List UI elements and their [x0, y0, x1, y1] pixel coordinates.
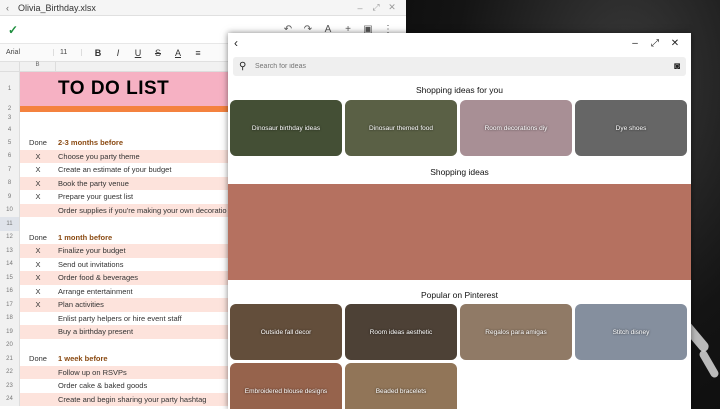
- status-cell[interactable]: Done: [20, 354, 56, 363]
- row-number[interactable]: 9: [0, 190, 20, 204]
- idea-card[interactable]: Beaded bracelets: [345, 363, 457, 409]
- maximize-icon[interactable]: ⤢: [368, 2, 384, 13]
- section-title-popular: Popular on Pinterest: [420, 290, 499, 300]
- search-bar: ⚲ ◙: [233, 57, 686, 76]
- align-icon[interactable]: ≡: [188, 48, 208, 58]
- file-name: Olivia_Birthday.xlsx: [18, 2, 96, 13]
- row-number[interactable]: 24: [0, 392, 20, 406]
- idea-card-label: Dye shoes: [615, 124, 647, 132]
- panel-titlebar: ‹ – ⤢ ✕: [228, 33, 691, 53]
- column-header[interactable]: B: [20, 62, 56, 71]
- status-cell[interactable]: X: [20, 246, 56, 255]
- camera-icon[interactable]: ◙: [674, 61, 680, 72]
- minimize-icon[interactable]: –: [352, 3, 368, 13]
- idea-card[interactable]: Outside fall decor: [230, 304, 342, 360]
- row-number[interactable]: 10: [0, 203, 20, 217]
- idea-card[interactable]: Dye shoes: [575, 100, 687, 156]
- shopping-banner[interactable]: [228, 184, 691, 280]
- row-number[interactable]: 20: [0, 338, 20, 352]
- section-title-shopping-for-you: Shopping ideas for you: [416, 85, 503, 95]
- back-arrow-icon[interactable]: ‹: [6, 3, 18, 13]
- row-number[interactable]: 11: [0, 217, 20, 231]
- idea-card-label: Outside fall decor: [260, 328, 312, 336]
- sheet-titlebar: ‹ Olivia_Birthday.xlsx – ⤢ ✕: [0, 0, 406, 16]
- status-cell[interactable]: Done: [20, 233, 56, 242]
- idea-card-label: Dinosaur birthday ideas: [251, 124, 321, 132]
- close-icon[interactable]: ✕: [384, 2, 400, 13]
- idea-card[interactable]: Room decorations diy: [460, 100, 572, 156]
- status-cell[interactable]: X: [20, 273, 56, 282]
- idea-card[interactable]: Stitch disney: [575, 304, 687, 360]
- row-number[interactable]: 6: [0, 149, 20, 163]
- row-number[interactable]: 21: [0, 352, 20, 366]
- row-number[interactable]: 1: [0, 72, 20, 106]
- idea-card-label: Regalos para amigas: [485, 328, 547, 336]
- popular-cards-row-2: Embroidered blouse designs Beaded bracele…: [230, 363, 457, 409]
- background-stroke: [698, 349, 720, 379]
- status-cell[interactable]: Done: [20, 138, 56, 147]
- font-select[interactable]: Arial: [6, 49, 54, 56]
- close-icon[interactable]: ✕: [665, 38, 685, 49]
- idea-card[interactable]: Dinosaur birthday ideas: [230, 100, 342, 156]
- back-arrow-icon[interactable]: ‹: [234, 36, 250, 50]
- row-number[interactable]: 12: [0, 230, 20, 244]
- row-number[interactable]: 23: [0, 379, 20, 393]
- row-number[interactable]: 8: [0, 176, 20, 190]
- status-cell[interactable]: X: [20, 300, 56, 309]
- row-number[interactable]: 18: [0, 311, 20, 325]
- status-cell[interactable]: X: [20, 192, 56, 201]
- row-number[interactable]: 3: [0, 112, 20, 124]
- status-cell[interactable]: X: [20, 287, 56, 296]
- text-color-icon[interactable]: A: [168, 48, 188, 58]
- minimize-icon[interactable]: –: [625, 38, 645, 49]
- idea-card[interactable]: Room ideas aesthetic: [345, 304, 457, 360]
- status-cell[interactable]: X: [20, 179, 56, 188]
- row-number[interactable]: 7: [0, 163, 20, 177]
- maximize-icon[interactable]: ⤢: [645, 38, 665, 49]
- search-input[interactable]: [255, 63, 674, 70]
- row-number[interactable]: 22: [0, 365, 20, 379]
- row-number[interactable]: 13: [0, 244, 20, 258]
- row-number[interactable]: 5: [0, 136, 20, 150]
- idea-card-label: Embroidered blouse designs: [244, 387, 328, 395]
- row-number[interactable]: 16: [0, 284, 20, 298]
- row-number[interactable]: 19: [0, 325, 20, 339]
- pinterest-panel: ‹ – ⤢ ✕ ⚲ ◙ Shopping ideas for you Dinos…: [228, 33, 691, 409]
- row-number[interactable]: 15: [0, 271, 20, 285]
- checkmark-icon[interactable]: ✓: [8, 23, 28, 37]
- row-number[interactable]: 17: [0, 298, 20, 312]
- idea-card[interactable]: Regalos para amigas: [460, 304, 572, 360]
- section-title-shopping: Shopping ideas: [430, 167, 489, 177]
- screen: ‹ Olivia_Birthday.xlsx – ⤢ ✕ ✓ ↶ ↷ A + ▣…: [0, 0, 720, 409]
- idea-card-label: Room decorations diy: [484, 124, 548, 132]
- status-cell[interactable]: X: [20, 152, 56, 161]
- idea-card-label: Room ideas aesthetic: [369, 328, 433, 336]
- idea-card-label: Stitch disney: [612, 328, 650, 336]
- underline-icon[interactable]: U: [128, 48, 148, 58]
- status-cell[interactable]: X: [20, 260, 56, 269]
- idea-card[interactable]: Dinosaur themed food: [345, 100, 457, 156]
- popular-cards-row-1: Outside fall decor Room ideas aesthetic Re…: [230, 304, 687, 360]
- italic-icon[interactable]: I: [108, 48, 128, 58]
- bold-icon[interactable]: B: [88, 48, 108, 58]
- row-number[interactable]: 14: [0, 257, 20, 271]
- idea-card[interactable]: Embroidered blouse designs: [230, 363, 342, 409]
- row-number[interactable]: 4: [0, 124, 20, 136]
- status-cell[interactable]: X: [20, 165, 56, 174]
- search-icon: ⚲: [239, 61, 247, 72]
- font-size-select[interactable]: 11: [60, 49, 82, 56]
- idea-card-label: Beaded bracelets: [375, 387, 427, 395]
- shopping-cards: Dinosaur birthday ideas Dinosaur themed f…: [230, 100, 687, 156]
- idea-card-label: Dinosaur themed food: [369, 124, 433, 132]
- strikethrough-icon[interactable]: S: [148, 48, 168, 58]
